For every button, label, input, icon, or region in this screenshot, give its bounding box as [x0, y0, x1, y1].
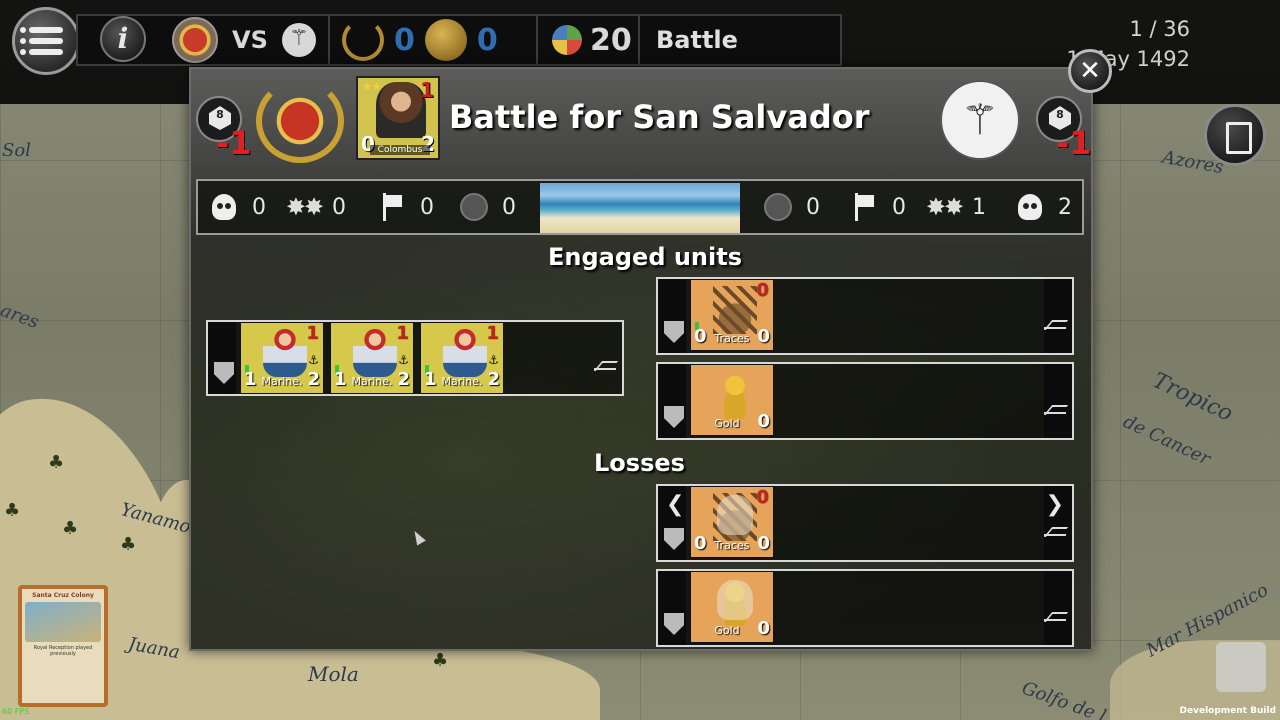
leader-name: Colombus — [370, 145, 430, 155]
flag-icon — [380, 193, 404, 221]
expand-icon[interactable] — [1044, 619, 1066, 633]
attacker-cards: 0 — [460, 193, 516, 221]
defender-faction-emblem: ⚚ — [940, 80, 1020, 160]
anchor-icon: ⚓ — [308, 353, 319, 367]
unit-card-marine[interactable]: ⚓ 1 1 2 Marine. — [240, 322, 324, 394]
turns-icon — [552, 25, 582, 55]
cards-icon — [764, 193, 792, 221]
expand-icon[interactable] — [594, 368, 616, 382]
defender-engaged-row-traces: 0 0 0 Traces — [656, 277, 1074, 355]
lost-unit-card-gold[interactable]: 0 Gold — [690, 571, 774, 643]
vs-label: VS — [232, 26, 268, 54]
chevron-right-icon[interactable]: ❯ — [1046, 492, 1064, 517]
score-right: 0 — [476, 22, 498, 58]
hit-burst-icon: ✸✸ — [925, 193, 964, 221]
anchor-icon: ⚓ — [398, 353, 409, 367]
attacker-faction-crest — [256, 79, 344, 163]
close-icon: ✕ — [1079, 56, 1101, 86]
leader-rank-stars-icon: ★★ — [362, 80, 382, 93]
unit-card-traces[interactable]: 0 0 0 Traces — [690, 279, 774, 351]
losses-row-gold: 0 Gold — [656, 569, 1074, 647]
turns-cell: 20 — [538, 16, 640, 64]
event-card-title: Santa Cruz Colony — [32, 592, 94, 599]
expand-icon[interactable] — [1044, 412, 1066, 426]
menu-icon — [20, 27, 63, 33]
defender-deaths: 2 — [1016, 193, 1072, 221]
skull-icon — [1018, 194, 1042, 220]
score-cell: 0 0 — [330, 16, 538, 64]
development-build-label: Development Build — [1179, 706, 1276, 716]
event-card-santa-cruz-colony[interactable]: Santa Cruz Colony Royal Reception played… — [18, 585, 108, 707]
info-icon: i — [117, 22, 129, 55]
info-button[interactable]: i — [100, 16, 146, 62]
traces-figure — [713, 493, 757, 541]
turn-counter: 1 / 36 — [1129, 17, 1190, 41]
attacker-retreats: 0 — [378, 193, 434, 221]
battle-title: Battle for San Salvador — [449, 98, 870, 136]
skull-icon — [212, 194, 236, 220]
defender-die-value: 8 — [1056, 108, 1064, 121]
palm-tree-icon: ♣ — [4, 500, 21, 521]
taino-faction-icon[interactable]: ⚚ — [281, 23, 316, 57]
map-label-mola: Mola — [308, 662, 359, 686]
palm-tree-icon: ♣ — [120, 534, 137, 555]
traces-figure — [713, 286, 757, 334]
attacker-engaged-row: ⚓ 1 1 2 Marine. ⚓ 1 1 2 Marine. ⚓ 1 1 2 … — [206, 320, 624, 396]
gold-coin-icon — [424, 19, 467, 61]
cards-deck-icon[interactable] — [1216, 642, 1266, 692]
main-menu-button[interactable] — [12, 7, 80, 75]
marine-figure — [353, 329, 397, 377]
expand-icon[interactable] — [1044, 534, 1066, 548]
laurel-icon — [342, 19, 384, 61]
lost-unit-card-traces[interactable]: 0 0 0 Traces — [690, 486, 774, 558]
leader-portrait — [376, 82, 426, 138]
unit-card-gold[interactable]: 0 Gold — [690, 364, 774, 436]
defender-engaged-row-gold: 0 Gold — [656, 362, 1074, 440]
defender-hits: ✸✸ 1 — [925, 193, 986, 221]
gold-idol-figure — [713, 578, 757, 626]
battle-details-cell: Battle Details — [640, 16, 840, 102]
gold-idol-figure — [713, 371, 757, 419]
report-button[interactable] — [1204, 104, 1266, 166]
event-card-subtitle: Royal Reception played previously — [33, 645, 93, 657]
score-left: 0 — [394, 22, 415, 58]
palm-tree-icon: ♣ — [62, 518, 79, 539]
attacker-hits: ✸✸ 0 — [285, 193, 346, 221]
unit-card-marine[interactable]: ⚓ 1 1 2 Marine. — [330, 322, 414, 394]
battle-details-button[interactable]: Battle Details — [640, 16, 840, 102]
losses-row-traces: ❮ ❯ 0 0 0 Traces — [656, 484, 1074, 562]
event-card-image — [25, 602, 101, 642]
defender-die-modifier: -1 — [1056, 124, 1092, 162]
spain-crest-icon[interactable] — [172, 17, 218, 63]
engaged-units-title: Engaged units — [548, 243, 743, 271]
top-hud-strip: VS ⚚ 0 0 20 Battle Details — [76, 14, 842, 102]
hit-burst-icon: ✸✸ — [285, 193, 324, 221]
expand-icon[interactable] — [1044, 327, 1066, 341]
anchor-icon: ⚓ — [488, 353, 499, 367]
map-label-sol: Sol — [2, 140, 31, 161]
defender-die: 8 -1 — [1036, 96, 1092, 162]
defender-cards: 0 — [764, 193, 820, 221]
palm-tree-icon: ♣ — [432, 650, 449, 671]
attacker-die-value: 8 — [216, 108, 224, 121]
attacker-die: 8 -1 — [196, 96, 252, 162]
chevron-left-icon[interactable]: ❮ — [666, 492, 684, 517]
cards-icon — [460, 193, 488, 221]
palm-tree-icon: ♣ — [48, 452, 65, 473]
close-button[interactable]: ✕ — [1068, 49, 1112, 93]
attacker-deaths: 0 — [210, 193, 266, 221]
terrain-beach-image — [540, 183, 740, 233]
defender-retreats: 0 — [850, 193, 906, 221]
marine-figure — [443, 329, 487, 377]
turns-remaining: 20 — [590, 22, 632, 58]
unit-card-marine[interactable]: ⚓ 1 1 2 Marine. — [420, 322, 504, 394]
fps-counter: 60 FPS — [2, 707, 30, 716]
flag-icon — [852, 193, 876, 221]
leader-card-colombus[interactable]: ★★ 1 0 2 Colombus — [356, 76, 440, 160]
losses-title: Losses — [594, 449, 685, 477]
marine-figure — [263, 329, 307, 377]
leader-top-value: 1 — [420, 78, 434, 102]
attacker-die-modifier: -1 — [216, 124, 252, 162]
